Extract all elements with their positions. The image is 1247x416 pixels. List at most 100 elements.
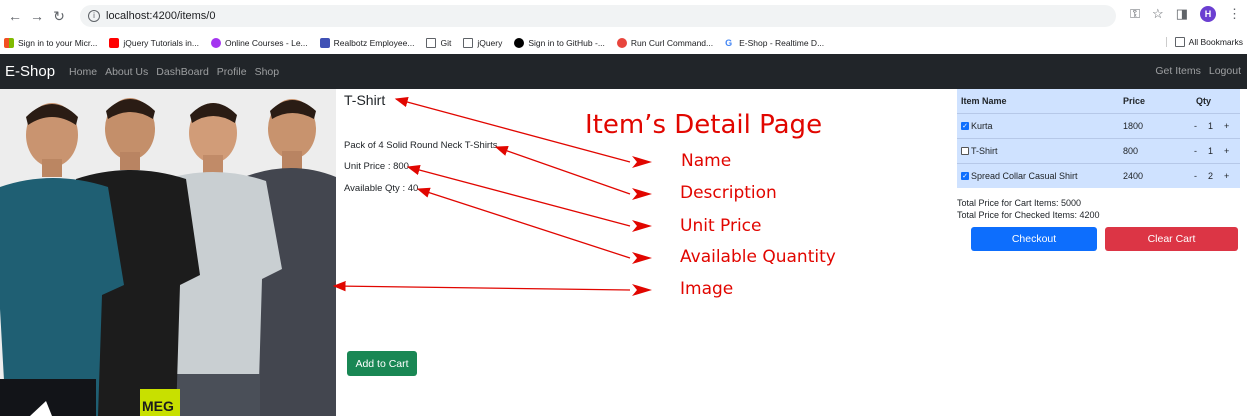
menu-icon[interactable]: ⋮ — [1228, 6, 1241, 22]
cart-header-row: Item Name Price Qty — [957, 89, 1240, 113]
site-info-icon[interactable]: i — [88, 10, 100, 22]
browser-toolbar: ← → ↻ i localhost:4200/items/0 ⚿ ☆ ◨ H ⋮ — [0, 0, 1247, 32]
bookmark-label: Sign in to GitHub -... — [528, 38, 605, 48]
all-bookmarks-label: All Bookmarks — [1188, 37, 1243, 47]
item-qty: 1 — [1208, 120, 1214, 131]
svg-text:MEG: MEG — [142, 398, 174, 414]
avatar[interactable]: H — [1200, 6, 1216, 22]
bookmark-label: Run Curl Command... — [630, 38, 714, 48]
checkout-button[interactable]: Checkout — [971, 227, 1097, 251]
nav-link-home[interactable]: Home — [69, 66, 97, 78]
item-price: 2400 — [1119, 162, 1174, 188]
clear-cart-button[interactable]: Clear Cart — [1105, 227, 1238, 251]
cart-table: Item Name Price Qty ✓ Kurta 1800 -1 + T-Sh… — [957, 89, 1240, 188]
bookmark-item[interactable]: Online Courses - Le... — [210, 38, 308, 48]
item-checkbox[interactable] — [961, 147, 969, 156]
app-navbar: E-Shop Home About Us DashBoard Profile S… — [0, 54, 1247, 89]
annotation-unit-price: Unit Price — [680, 216, 762, 236]
qty-decrement-button[interactable]: - — [1194, 121, 1197, 131]
cart-totals: Total Price for Cart Items: 5000 Total P… — [957, 197, 1100, 221]
product-image: MEG — [0, 89, 336, 416]
bullet-icon — [632, 188, 652, 200]
product-unit-price: Unit Price : 800 — [344, 161, 409, 172]
item-price: 1800 — [1119, 112, 1174, 138]
nav-link-about[interactable]: About Us — [105, 66, 148, 78]
product-name: T-Shirt — [344, 92, 386, 108]
nav-link-profile[interactable]: Profile — [217, 66, 247, 78]
bullet-icon — [632, 252, 652, 264]
annotation-image: Image — [680, 279, 734, 299]
bookmark-item[interactable]: Realbotz Employee... — [319, 38, 415, 48]
total-cart-items: Total Price for Cart Items: 5000 — [957, 198, 1082, 208]
bullet-icon — [632, 156, 652, 168]
item-name: T-Shirt — [971, 145, 998, 156]
forward-icon[interactable]: → — [26, 8, 48, 24]
bookmark-folder[interactable]: jQuery — [463, 38, 502, 48]
bookmark-label: jQuery Tutorials in... — [123, 38, 199, 48]
bookmark-item[interactable]: Sign in to your Micr... — [4, 38, 97, 48]
cart-row: T-Shirt 800 - 1 + — [957, 137, 1240, 163]
folder-icon — [1174, 37, 1185, 47]
brand[interactable]: E-Shop — [5, 63, 55, 80]
udemy-icon — [210, 38, 221, 48]
item-checkbox[interactable]: ✓ — [961, 172, 969, 181]
product-available-qty: Available Qty : 40 — [344, 183, 419, 194]
back-icon[interactable]: ← — [4, 8, 26, 24]
item-name: Kurta — [971, 120, 993, 131]
bookmark-item[interactable]: G E-Shop - Realtime D... — [725, 38, 824, 48]
product-photo: MEG — [0, 89, 336, 416]
bullet-markers — [632, 156, 652, 296]
microsoft-icon — [4, 38, 14, 48]
qty-increment-button[interactable]: + — [1224, 146, 1229, 156]
bookmark-label: E-Shop - Realtime D... — [739, 38, 825, 48]
annotation-description: Description — [680, 183, 777, 203]
item-checkbox[interactable]: ✓ — [961, 122, 969, 131]
qty-decrement-button[interactable]: - — [1194, 171, 1197, 181]
url-text: localhost:4200/items/0 — [106, 10, 216, 22]
bookmark-folder[interactable]: Git — [426, 38, 451, 48]
qty-increment-button[interactable]: + — [1224, 171, 1229, 181]
google-icon: G — [725, 38, 733, 48]
bookmark-item[interactable]: Sign in to GitHub -... — [514, 38, 605, 48]
bullet-icon — [632, 220, 652, 232]
bookmark-item[interactable]: jQuery Tutorials in... — [109, 38, 199, 48]
arrow-available-qty — [416, 187, 631, 259]
realbotz-icon — [319, 38, 330, 48]
header-price: Price — [1119, 89, 1174, 113]
cart-panel: Item Name Price Qty ✓ Kurta 1800 -1 + T-Sh… — [957, 89, 1240, 188]
folder-icon — [426, 38, 437, 48]
qty-increment-button[interactable]: + — [1224, 121, 1229, 131]
arrow-description — [494, 145, 631, 195]
qty-decrement-button[interactable]: - — [1194, 146, 1197, 156]
reload-icon[interactable]: ↻ — [48, 8, 70, 25]
nav-link-dashboard[interactable]: DashBoard — [156, 66, 209, 78]
bookmark-label: Realbotz Employee... — [333, 38, 415, 48]
arrow-unit-price — [406, 164, 631, 227]
nav-link-logout[interactable]: Logout — [1209, 65, 1241, 77]
address-bar[interactable]: i localhost:4200/items/0 — [80, 5, 1116, 27]
nav-link-shop[interactable]: Shop — [255, 66, 280, 78]
header-item-name: Item Name — [957, 89, 1119, 113]
annotation-name: Name — [681, 151, 732, 171]
folder-icon — [463, 38, 474, 48]
arrow-image — [332, 280, 631, 292]
bookmarks-bar: Sign in to your Micr... jQuery Tutorials… — [0, 32, 1247, 54]
reqbin-icon — [616, 38, 627, 48]
cart-row: ✓ Spread Collar Casual Shirt 2400 - 2 + — [957, 162, 1240, 188]
bookmark-label: Sign in to your Micr... — [18, 38, 98, 48]
annotation-available-quantity: Available Quantity — [680, 247, 836, 267]
sidepanel-icon[interactable]: ◨ — [1176, 6, 1188, 22]
github-icon — [514, 38, 525, 48]
bookmark-label: Online Courses - Le... — [224, 38, 308, 48]
header-qty: Qty — [1174, 89, 1240, 113]
all-bookmarks[interactable]: All Bookmarks — [1165, 37, 1243, 47]
bookmark-item[interactable]: Run Curl Command... — [616, 38, 714, 48]
item-qty: 1 — [1208, 145, 1214, 156]
product-description: Pack of 4 Solid Round Neck T-Shirts — [344, 140, 498, 151]
nav-link-get-items[interactable]: Get Items — [1155, 65, 1201, 77]
item-price: 800 — [1119, 137, 1174, 163]
key-icon[interactable]: ⚿ — [1130, 6, 1140, 22]
bullet-icon — [632, 284, 652, 296]
add-to-cart-button[interactable]: Add to Cart — [347, 351, 417, 376]
star-icon[interactable]: ☆ — [1152, 6, 1164, 22]
